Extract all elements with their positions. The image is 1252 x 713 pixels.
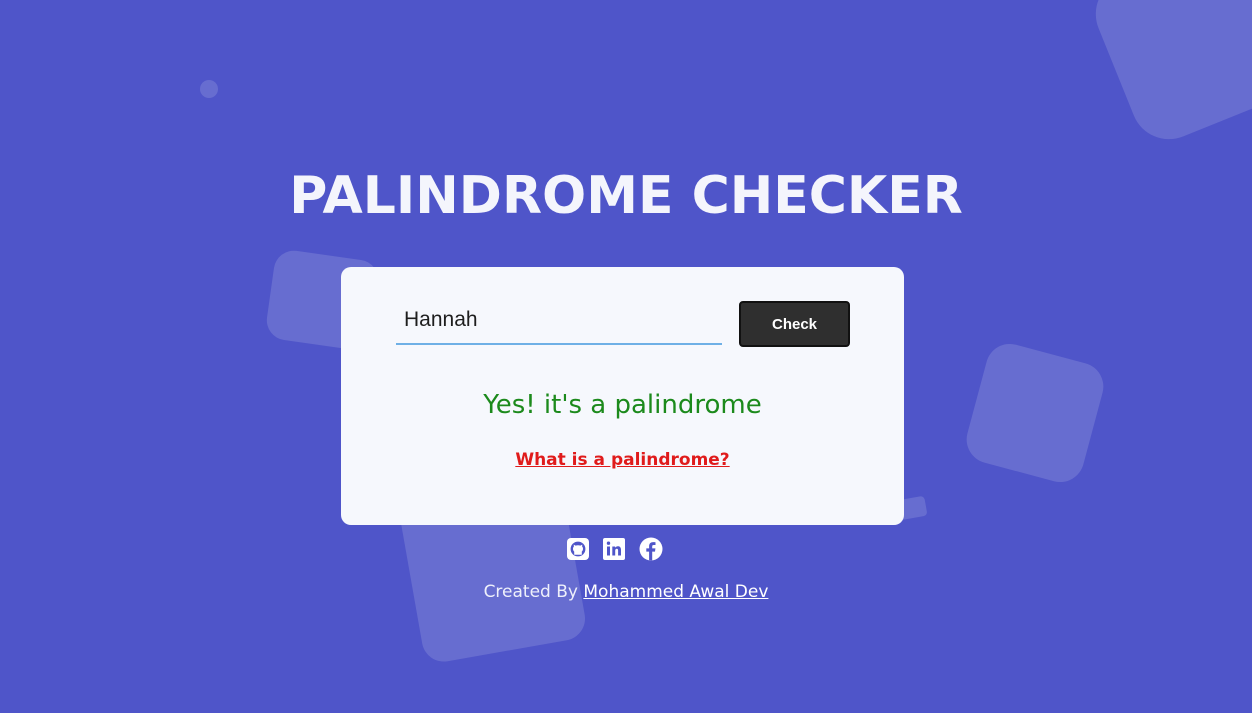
author-link[interactable]: Mohammed Awal Dev [583,582,768,602]
check-button[interactable]: Check [739,301,850,347]
decorative-dot [200,80,218,98]
text-input[interactable] [396,297,722,345]
github-link[interactable] [566,537,590,561]
checker-card: Check Yes! it's a palindrome What is a p… [341,267,904,525]
footer-prefix: Created By [483,582,578,602]
linkedin-icon [602,537,626,561]
what-is-palindrome-link[interactable]: What is a palindrome? [341,450,904,470]
decorative-shape [961,338,1109,488]
linkedin-link[interactable] [602,537,626,561]
decorative-shape [1084,0,1252,151]
result-message: Yes! it's a palindrome [483,390,762,420]
page-title: PALINDROME CHECKER [289,166,963,226]
facebook-link[interactable] [639,537,663,561]
facebook-icon [639,537,663,561]
footer-credit: Created By Mohammed Awal Dev [0,582,1252,602]
github-icon [566,537,590,561]
social-links [566,537,666,563]
